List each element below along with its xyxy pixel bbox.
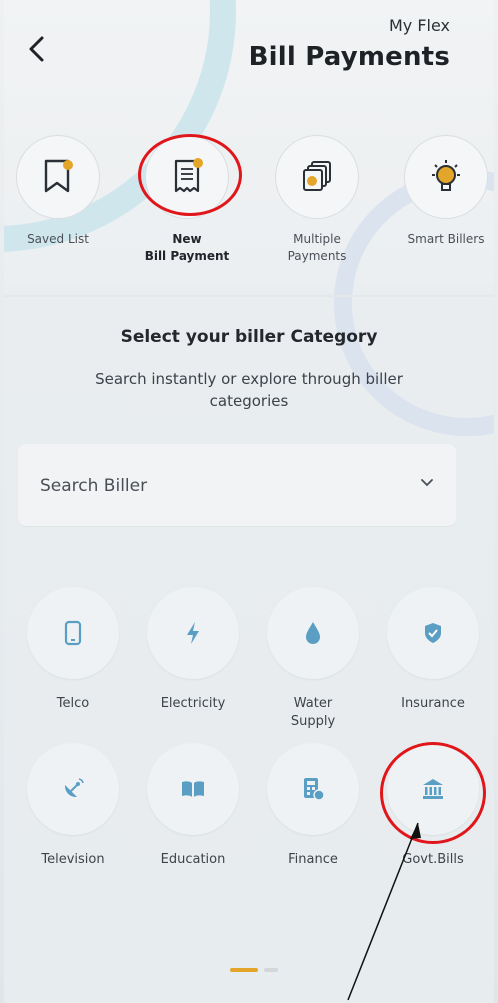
brand-name: My Flex	[388, 16, 450, 35]
category-label: Finance	[288, 852, 338, 867]
quick-action-smart-billers[interactable]: Smart Billers	[396, 135, 494, 248]
category-label: Insurance	[401, 696, 465, 711]
category-telco[interactable]: Telco	[18, 587, 128, 713]
page-title: Bill Payments	[248, 42, 450, 72]
section-subtitle: Search instantly or explore through bill…	[95, 370, 403, 410]
category-circle	[387, 743, 479, 835]
category-electricity[interactable]: Electricity	[138, 587, 248, 713]
search-input[interactable]	[38, 444, 402, 528]
quick-action-circle	[16, 135, 100, 219]
phone-icon	[64, 620, 82, 646]
chevron-down-icon[interactable]	[420, 476, 434, 490]
bank-building-icon	[423, 779, 443, 799]
category-circle	[147, 587, 239, 679]
receipt-icon	[174, 158, 203, 193]
category-label: Education	[160, 852, 226, 867]
quick-action-label: Saved List	[27, 232, 89, 246]
category-insurance[interactable]: Insurance	[378, 587, 488, 713]
category-govt-bills[interactable]: Govt.Bills	[378, 743, 488, 869]
category-water-supply[interactable]: Water Supply	[258, 587, 368, 731]
calculator-icon	[304, 778, 325, 801]
quick-action-label: Multiple Payments	[287, 232, 347, 263]
quick-action-label: New Bill Payment	[144, 232, 230, 263]
category-education[interactable]: Education	[138, 743, 248, 869]
shield-check-icon	[425, 623, 441, 643]
section-title: Select your biller Category	[120, 327, 378, 347]
category-circle	[267, 587, 359, 679]
category-label: Telco	[56, 696, 90, 711]
water-drop-icon	[306, 622, 320, 644]
chevron-left-icon	[29, 36, 44, 62]
divider	[4, 295, 494, 297]
category-label: Electricity	[160, 696, 226, 711]
satellite-dish-icon	[64, 778, 84, 798]
category-label: Water Supply	[290, 696, 336, 729]
quick-action-saved-list[interactable]: Saved List	[8, 135, 108, 248]
stacked-cards-icon	[303, 161, 331, 191]
category-finance[interactable]: Finance	[258, 743, 368, 869]
app-screen: My Flex Bill Payments Saved List New Bil…	[4, 0, 494, 1003]
quick-action-circle	[404, 135, 488, 219]
quick-action-new-bill-payment[interactable]: New Bill Payment	[137, 135, 237, 265]
search-biller-dropdown[interactable]	[18, 444, 456, 528]
category-circle	[27, 587, 119, 679]
category-circle	[147, 743, 239, 835]
back-button[interactable]	[24, 34, 50, 64]
category-television[interactable]: Television	[18, 743, 128, 869]
category-circle	[27, 743, 119, 835]
book-icon	[182, 781, 204, 797]
page-dot-active	[230, 968, 258, 972]
page-dot	[264, 968, 278, 972]
category-label: Television	[41, 852, 105, 867]
category-label: Govt.Bills	[402, 852, 464, 867]
category-circle	[387, 587, 479, 679]
quick-action-multiple-payments[interactable]: Multiple Payments	[267, 135, 367, 265]
category-circle	[267, 743, 359, 835]
quick-action-circle	[275, 135, 359, 219]
quick-action-label: Smart Billers	[407, 232, 485, 246]
bookmark-icon	[44, 159, 73, 193]
quick-action-circle	[145, 135, 229, 219]
lightbulb-icon	[432, 160, 460, 191]
lightning-icon	[187, 622, 199, 644]
